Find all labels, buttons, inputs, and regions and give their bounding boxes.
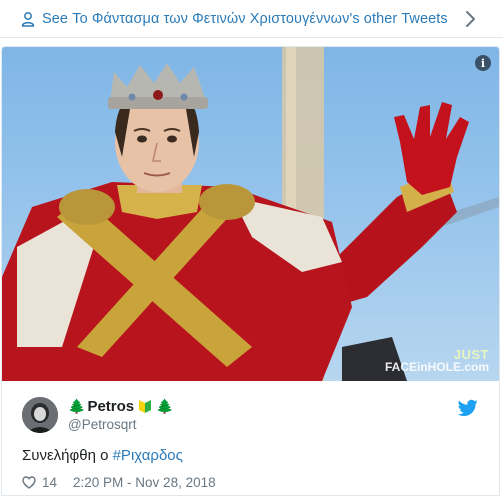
- watermark-bottom: FACEinHOLE.com: [384, 360, 489, 374]
- tweet-body: Συνελήφθη ο: [22, 447, 113, 464]
- heart-icon[interactable]: [22, 476, 36, 489]
- tree-emoji-right: 🌲: [156, 398, 174, 415]
- info-icon[interactable]: i: [475, 55, 491, 71]
- info-glyph: i: [480, 56, 486, 70]
- other-tweets-link[interactable]: See Το Φάντασμα των Φετινών Χριστουγέννω…: [0, 0, 503, 38]
- author-handle[interactable]: @Petrosqrt: [68, 417, 174, 432]
- tree-emoji-left: 🌲: [68, 398, 86, 415]
- display-name[interactable]: 🌲 Petros 🌲: [68, 398, 174, 415]
- tweet-photo[interactable]: i JUST FACEinHOLE.com: [2, 47, 499, 381]
- like-count[interactable]: 14: [42, 475, 57, 490]
- tweet-author: 🌲 Petros 🌲 @Petrosqrt: [22, 397, 482, 437]
- tweet-meta: 14 2:20 PM - Nov 28, 2018: [22, 475, 216, 490]
- other-tweets-label: See Το Φάντασμα των Φετινών Χριστουγέννω…: [42, 10, 448, 27]
- beginner-badge-icon: [138, 399, 152, 414]
- tweet-text: Συνελήφθη ο #Ριχαρδος: [22, 447, 183, 464]
- embedded-tweet-card: i JUST FACEinHOLE.com 🌲 Petros 🌲 @Petros…: [1, 46, 500, 496]
- avatar[interactable]: [22, 397, 58, 433]
- person-icon: [20, 11, 36, 27]
- chevron-right-icon[interactable]: [465, 10, 477, 28]
- photo-watermark: JUST FACEinHOLE.com: [385, 348, 489, 373]
- king-costume-photo: [2, 47, 499, 381]
- author-name: Petros: [87, 398, 135, 415]
- author-names[interactable]: 🌲 Petros 🌲 @Petrosqrt: [68, 398, 174, 432]
- hashtag-link[interactable]: #Ριχαρδος: [113, 447, 183, 464]
- tweet-timestamp[interactable]: 2:20 PM - Nov 28, 2018: [73, 475, 216, 490]
- twitter-bird-icon[interactable]: [457, 399, 478, 417]
